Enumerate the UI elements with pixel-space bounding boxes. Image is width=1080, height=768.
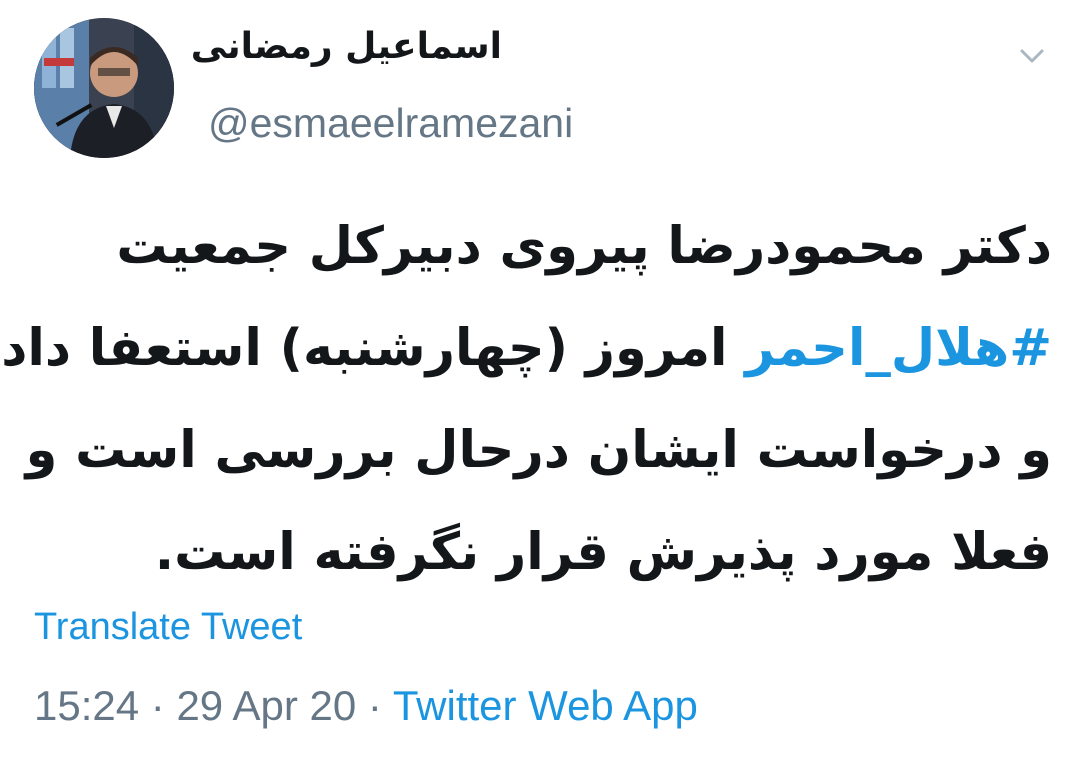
- avatar[interactable]: [34, 18, 174, 158]
- tweet-line: و درخواست ایشان درحال بررسی است و: [25, 421, 1052, 480]
- translate-tweet-link[interactable]: Translate Tweet: [34, 606, 302, 649]
- tweet-line-text: امروز (چهارشنبه) استعفا داده: [0, 319, 746, 378]
- tweet-line: فعلا مورد پذیرش قرار نگرفته است.: [154, 523, 1052, 582]
- tweet-line: #هلال_احمر امروز (چهارشنبه) استعفا داده: [0, 298, 1052, 400]
- user-handle[interactable]: @esmaeelramezani: [208, 100, 573, 147]
- profile-photo: [34, 18, 174, 158]
- separator: ·: [139, 682, 177, 729]
- tweet-metadata: 15:24 · 29 Apr 20 · Twitter Web App: [34, 682, 698, 730]
- tweet-date[interactable]: 29 Apr 20: [176, 682, 356, 729]
- display-name[interactable]: اسماعیل رمضانی: [191, 26, 502, 67]
- separator: ·: [356, 682, 393, 729]
- tweet-time[interactable]: 15:24: [34, 682, 139, 729]
- tweet-text: دکتر محمودرضا پیروی دبیرکل جمعیت #هلال_ا…: [0, 196, 1052, 604]
- tweet-source-link[interactable]: Twitter Web App: [393, 682, 698, 729]
- hashtag-link[interactable]: #هلال_احمر: [745, 319, 1052, 378]
- tweet-line: دکتر محمودرضا پیروی دبیرکل جمعیت: [116, 217, 1052, 276]
- chevron-down-icon[interactable]: [1014, 38, 1050, 74]
